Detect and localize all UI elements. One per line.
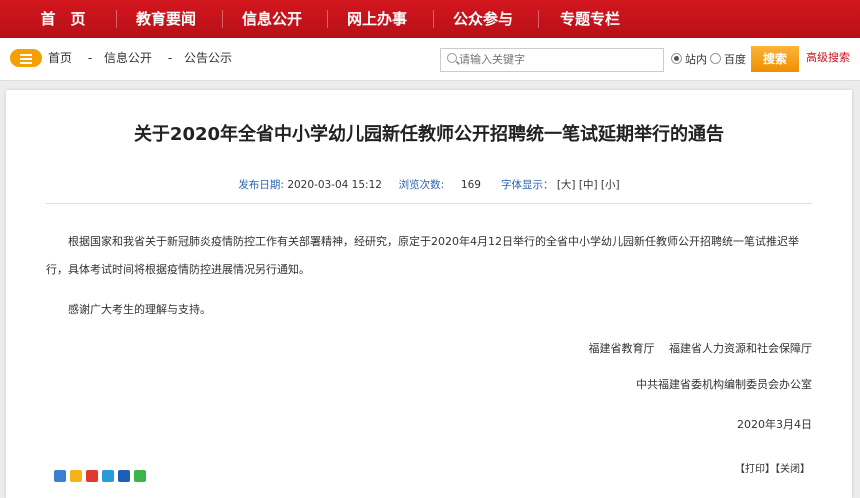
advanced-search-link[interactable]: 高级搜索 [806,38,850,78]
nav-divider [433,10,434,28]
nav-education-news[interactable]: 教育要闻 [128,0,204,38]
breadcrumb: 首页 - 信息公开 - 公告公示 [48,38,236,80]
nav-home[interactable]: 首 页 [28,0,98,38]
nav-special-topics[interactable]: 专题专栏 [550,0,630,38]
search-button[interactable]: 搜索 [751,46,799,72]
share-tencent-icon[interactable] [102,470,114,482]
radio-baidu-search-label: 百度 [724,53,746,66]
nav-divider [538,10,539,28]
font-size-label: 字体显示： [500,179,554,191]
nav-info-disclosure[interactable]: 信息公开 [234,0,310,38]
article-panel: 关于2020年全省中小学幼儿园新任教师公开招聘统一笔试延期举行的通告 发布日期:… [6,90,852,498]
list-menu-icon[interactable] [10,49,42,67]
close-link[interactable]: 【关闭】 [775,464,810,475]
article-meta: 发布日期: 2020-03-04 15:12 浏览次数: 169 字体显示： [… [6,177,852,192]
publish-date: 2020-03-04 15:12 [287,179,382,191]
breadcrumb-separator: - [167,51,173,65]
nav-online-services[interactable]: 网上办事 [339,0,415,38]
breadcrumb-bar: 首页 - 信息公开 - 公告公示 站内 百度 搜索 高级搜索 [0,38,860,81]
share-renren-icon[interactable] [118,470,130,482]
font-size-options[interactable]: [大] [中] [小] [557,179,620,191]
breadcrumb-info-disclosure[interactable]: 信息公开 [104,51,152,65]
share-more-icon[interactable] [54,470,66,482]
nav-divider [222,10,223,28]
share-qzone-icon[interactable] [70,470,82,482]
radio-site-search-label: 站内 [685,53,707,66]
article-actions: 【打印】【关闭】 [735,460,810,475]
article-title: 关于2020年全省中小学幼儿园新任教师公开招聘统一笔试延期举行的通告 [133,124,725,145]
radio-baidu-search[interactable] [710,53,721,64]
signature-date: 2020年3月4日 [737,418,812,431]
search-box [440,48,664,72]
print-link[interactable]: 【打印】 [735,464,775,475]
nav-public-participation[interactable]: 公众参与 [445,0,521,38]
signature-line-2: 中共福建省委机构编制委员会办公室 [636,378,812,391]
signature-line-1: 福建省教育厅 福建省人力资源和社会保障厅 [588,342,813,355]
nav-divider [116,10,117,28]
search-input[interactable] [459,51,657,67]
article-paragraph: 感谢广大考生的理解与支持。 [68,303,211,316]
view-count: 169 [460,179,481,191]
breadcrumb-announcements[interactable]: 公告公示 [184,51,232,65]
breadcrumb-home[interactable]: 首页 [48,51,72,65]
publish-date-label: 发布日期: [238,179,284,191]
share-wechat-icon[interactable] [134,470,146,482]
radio-site-search[interactable] [671,53,682,64]
article-paragraph: 根据国家和我省关于新冠肺炎疫情防控工作有关部署精神，经研究，原定于2020年4月… [46,235,799,276]
share-bar [54,467,150,486]
nav-divider [327,10,328,28]
view-count-label: 浏览次数: [398,179,445,191]
meta-divider [46,203,812,204]
breadcrumb-separator: - [87,51,93,65]
share-weibo-icon[interactable] [86,470,98,482]
top-nav: 首 页 教育要闻 信息公开 网上办事 公众参与 专题专栏 [0,0,860,38]
search-icon [447,53,457,63]
